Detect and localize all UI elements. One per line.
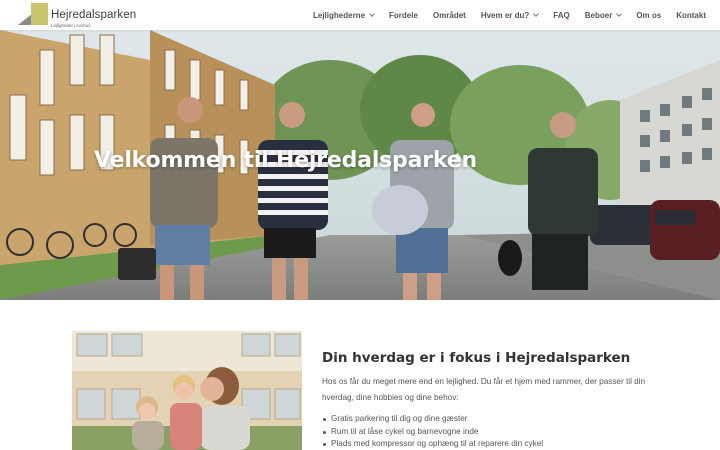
feature-list: Gratis parkering til dig og dine gæster … bbox=[322, 413, 662, 450]
nav-item-kontakt[interactable]: Kontakt bbox=[676, 11, 706, 20]
nav-item-lejlighederne[interactable]: Lejlighederne bbox=[313, 10, 375, 20]
list-item: Rum til at låse cykel og barnevogne inde bbox=[322, 426, 662, 439]
list-item: Gratis parkering til dig og dine gæster bbox=[322, 413, 662, 426]
logo-mark-square bbox=[31, 3, 48, 25]
nav-item-label: Hvem er du? bbox=[480, 10, 530, 20]
family-photo bbox=[72, 331, 302, 450]
nav-item-faq[interactable]: FAQ bbox=[553, 11, 569, 20]
nav-item-beboer[interactable]: Beboer bbox=[584, 10, 623, 20]
hero-title: Velkommen til Hejredalsparken bbox=[94, 148, 477, 173]
intro-paragraph: Hos os får du meget mere end en lejlighe… bbox=[322, 377, 646, 402]
page: Hejredalsparken Lejligheder i Aarhus Lej… bbox=[0, 0, 720, 450]
nav-item-label: FAQ bbox=[553, 10, 570, 20]
nav-item-label: Lejlighederne bbox=[313, 10, 366, 20]
site-header: Hejredalsparken Lejligheder i Aarhus Lej… bbox=[0, 0, 720, 30]
chevron-down-icon bbox=[616, 10, 623, 17]
nav-item-label: Området bbox=[432, 10, 466, 20]
nav-item-om-os[interactable]: Om os bbox=[636, 11, 661, 20]
nav-item-omraadet[interactable]: Området bbox=[433, 11, 466, 20]
chevron-down-icon bbox=[369, 10, 375, 17]
nav-item-label: Beboer bbox=[584, 10, 613, 20]
family-photo-image bbox=[72, 331, 302, 450]
logo-tagline: Lejligheder i Aarhus bbox=[51, 23, 91, 28]
list-item: Plads med kompressor og ophæng til at re… bbox=[322, 438, 662, 450]
hero-banner: Velkommen til Hejredalsparken bbox=[0, 30, 720, 300]
main-nav: Lejlighederne Fordele Området Hvem er du… bbox=[298, 0, 706, 30]
chevron-down-icon bbox=[533, 10, 540, 17]
logo[interactable]: Hejredalsparken Lejligheder i Aarhus bbox=[18, 3, 136, 28]
intro-heading: Din hverdag er i fokus i Hejredalsparken bbox=[322, 350, 631, 366]
nav-item-label: Om os bbox=[636, 10, 662, 20]
nav-item-label: Fordele bbox=[389, 10, 418, 20]
nav-item-hvem-er-du[interactable]: Hvem er du? bbox=[480, 10, 540, 20]
nav-item-label: Kontakt bbox=[676, 10, 706, 20]
nav-item-fordele[interactable]: Fordele bbox=[389, 11, 418, 20]
logo-name: Hejredalsparken bbox=[51, 9, 137, 21]
